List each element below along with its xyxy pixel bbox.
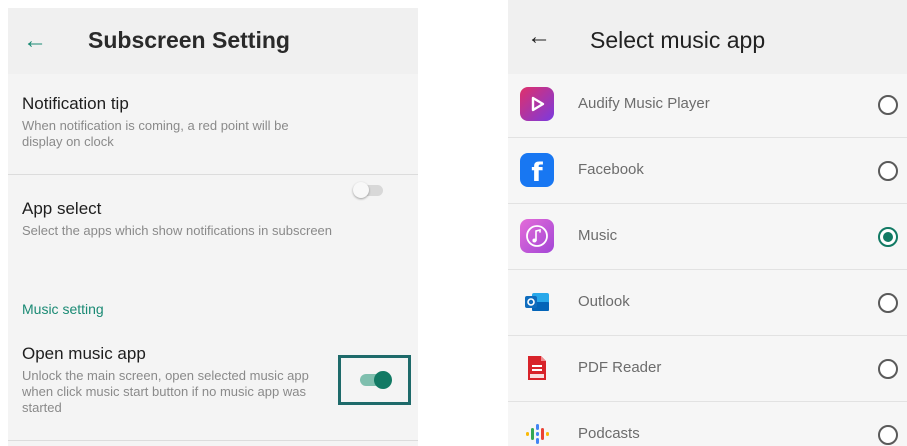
app-label: Podcasts [578,425,640,442]
notification-tip-title: Notification tip [22,94,129,113]
app-option-audify[interactable]: Audify Music Player [508,72,907,138]
app-label: PDF Reader [578,359,662,376]
music-setting-section-label: Music setting [22,301,104,317]
app-label: Music [578,227,618,244]
app-label: Outlook [578,293,630,310]
app-option-pdf-reader[interactable]: PDF Reader [508,336,907,402]
pdf-reader-icon [520,351,554,385]
radio-button[interactable] [878,293,898,313]
app-option-facebook[interactable]: f Facebook [508,138,907,204]
notification-tip-row[interactable]: Notification tip When notification is co… [8,74,418,198]
radio-button-selected[interactable] [878,227,898,247]
outlook-icon [520,285,554,319]
select-music-app-screen: ← Select music app Audify Music Player f… [508,0,907,446]
notification-tip-description: When notification is coming, a red point… [22,118,289,149]
audify-icon [520,87,554,121]
radio-button[interactable] [878,95,898,115]
open-music-app-description: Unlock the main screen, open selected mu… [22,368,309,415]
app-label: Audify Music Player [578,95,710,112]
arrow-left-icon[interactable]: ← [22,28,48,54]
app-select-description: Select the apps which show notifications… [22,223,333,238]
app-select-title: App select [22,199,102,218]
arrow-left-icon[interactable]: ← [526,24,552,50]
app-option-music[interactable]: Music [508,204,907,270]
open-music-app-toggle[interactable] [360,371,392,389]
app-select-row[interactable]: App select Select the apps which show no… [8,175,418,281]
subscreen-setting-screen: ← Subscreen Setting Notification tip Whe… [8,8,418,446]
app-label: Facebook [578,161,644,178]
app-bar: ← Subscreen Setting [8,8,418,74]
podcasts-icon [520,417,554,446]
page-title: Subscreen Setting [88,27,290,53]
open-music-app-title: Open music app [22,344,146,363]
radio-button[interactable] [878,161,898,181]
app-option-outlook[interactable]: Outlook [508,270,907,336]
page-title: Select music app [590,27,766,53]
app-option-podcasts[interactable]: Podcasts [508,402,907,446]
music-icon [520,219,554,253]
toggle-thumb [374,371,392,389]
app-bar: ← Select music app [508,0,907,74]
highlight-frame [338,355,411,405]
radio-button[interactable] [878,359,898,379]
divider [8,440,418,441]
radio-button[interactable] [878,425,898,445]
facebook-icon: f [520,153,554,188]
